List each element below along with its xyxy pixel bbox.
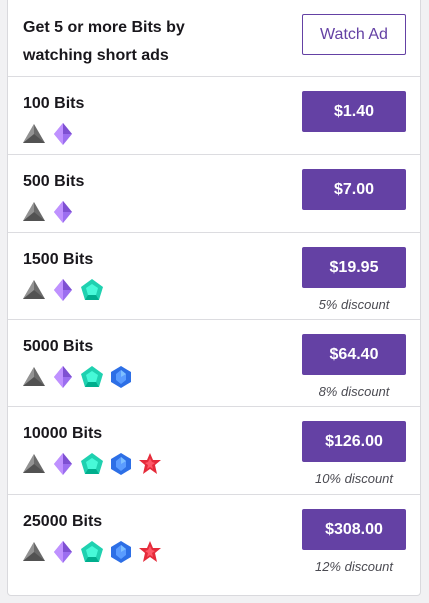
gray-triangle-gem-icon <box>23 454 45 473</box>
offer-gems <box>22 121 75 147</box>
purple-diamond-gem-icon <box>54 453 72 475</box>
purple-diamond-gem-icon <box>54 123 72 145</box>
discount-text: 10% discount <box>314 471 394 486</box>
purple-diamond-gem-icon <box>54 279 72 301</box>
watch-ad-row: Get 5 or more Bits by watching short ads… <box>8 0 420 77</box>
purple-diamond-gem-icon <box>54 201 72 223</box>
red-star-gem-icon <box>139 453 161 474</box>
blue-hexagon-gem-icon <box>111 453 131 475</box>
buy-button-500-bits[interactable]: $7.00 <box>302 169 406 210</box>
offer-label: 100 Bits <box>23 95 85 112</box>
gray-triangle-gem-icon <box>23 280 45 299</box>
watch-ad-description-line2: watching short ads <box>23 47 169 64</box>
buy-button-100-bits[interactable]: $1.40 <box>302 91 406 132</box>
bits-purchase-panel: Get 5 or more Bits by watching short ads… <box>7 0 421 596</box>
gray-triangle-gem-icon <box>23 542 45 561</box>
red-star-gem-icon <box>139 541 161 562</box>
watch-ad-description: Get 5 or more Bits by watching short ads <box>23 14 233 70</box>
buy-button-10000-bits[interactable]: $126.00 <box>302 421 406 462</box>
offer-row-10000: 10000 Bits $126.00 10% discount <box>8 407 420 495</box>
teal-pentagon-gem-icon <box>81 279 103 300</box>
offer-label: 1500 Bits <box>23 251 94 268</box>
buy-button-1500-bits[interactable]: $19.95 <box>302 247 406 288</box>
discount-text: 12% discount <box>314 559 394 574</box>
offer-gems <box>22 364 133 390</box>
discount-text: 5% discount <box>318 297 390 312</box>
teal-pentagon-gem-icon <box>81 366 103 387</box>
offer-row-5000: 5000 Bits $64.40 8% discount <box>8 320 420 407</box>
offer-label: 500 Bits <box>23 173 85 190</box>
gray-triangle-gem-icon <box>23 124 45 143</box>
teal-pentagon-gem-icon <box>81 541 103 562</box>
offer-row-100: 100 Bits $1.40 <box>8 77 420 155</box>
offer-gems <box>22 539 162 565</box>
offer-gems <box>22 451 162 477</box>
purple-diamond-gem-icon <box>54 541 72 563</box>
purple-diamond-gem-icon <box>54 366 72 388</box>
discount-text: 8% discount <box>318 384 390 399</box>
gray-triangle-gem-icon <box>23 367 45 386</box>
offer-label: 25000 Bits <box>23 513 103 530</box>
buy-button-25000-bits[interactable]: $308.00 <box>302 509 406 550</box>
offer-label: 5000 Bits <box>23 338 94 355</box>
offer-label: 10000 Bits <box>23 425 103 442</box>
blue-hexagon-gem-icon <box>111 541 131 563</box>
watch-ad-description-line1: Get 5 or more Bits by <box>23 19 185 36</box>
offer-gems <box>22 199 75 225</box>
watch-ad-button[interactable]: Watch Ad <box>302 14 406 55</box>
teal-pentagon-gem-icon <box>81 453 103 474</box>
offer-gems <box>22 277 104 303</box>
offer-row-500: 500 Bits $7.00 <box>8 155 420 233</box>
gray-triangle-gem-icon <box>23 202 45 221</box>
blue-hexagon-gem-icon <box>111 366 131 388</box>
offer-row-25000: 25000 Bits $308.00 12% discount <box>8 495 420 595</box>
offer-row-1500: 1500 Bits $19.95 5% discount <box>8 233 420 320</box>
buy-button-5000-bits[interactable]: $64.40 <box>302 334 406 375</box>
